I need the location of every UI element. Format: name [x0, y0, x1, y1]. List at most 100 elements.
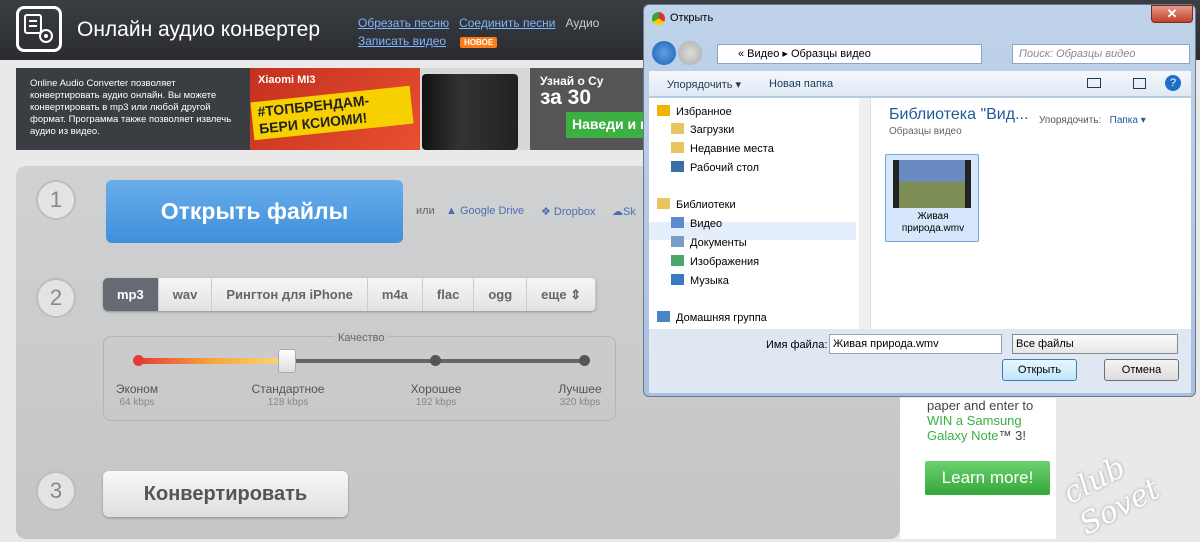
library-subtitle: Образцы видео [889, 126, 962, 137]
nav-item[interactable]: Избранное [657, 103, 732, 121]
nav-item-label: Видео [690, 218, 723, 230]
format-iphone-ringtone[interactable]: Рингтон для iPhone [212, 278, 368, 311]
recent-places-icon [671, 142, 684, 153]
music-icon [671, 274, 684, 285]
library-title: Библиотека "Вид... [889, 106, 1029, 123]
open-files-button[interactable]: Открыть файлы [106, 180, 403, 243]
quality-slider-thumb[interactable] [277, 349, 296, 373]
search-input[interactable]: Поиск: Образцы видео [1012, 44, 1190, 64]
info-text: Online Audio Converter позволяет конверт… [30, 78, 232, 137]
nav-item-label: Избранное [676, 106, 732, 118]
format-m4a[interactable]: m4a [367, 278, 423, 311]
quality-name-good: Хорошее [410, 382, 462, 396]
nav-item-label: Библиотеки [676, 199, 736, 211]
quality-name-standard: Стандартное [251, 382, 325, 396]
nav-item[interactable]: Изображения [671, 253, 759, 271]
quality-dot-best[interactable] [579, 355, 590, 366]
nav-item[interactable]: Музыка [671, 272, 729, 290]
format-ogg[interactable]: ogg [474, 278, 528, 311]
close-icon[interactable]: ✕ [1151, 5, 1193, 23]
nav-item-label: Домашняя группа [676, 312, 767, 324]
app-title: Онлайн аудио конвертер [77, 18, 321, 41]
dialog-bottom: Имя файла: Живая природа.wmv Все файлы О… [649, 329, 1191, 393]
preview-pane-icon[interactable] [1133, 78, 1146, 89]
ad-banner[interactable]: Xiaomi MI3 #ТОПБРЕНДАМ- БЕРИ КСИОМИ! Узна… [250, 68, 670, 150]
filename-label: Имя файла: [766, 339, 828, 351]
quality-dot-economy[interactable] [133, 355, 144, 366]
convert-button[interactable]: Конвертировать [103, 471, 348, 517]
banner-brand: Xiaomi MI3 [258, 74, 316, 86]
nav-item[interactable]: Рабочий стол [671, 159, 759, 177]
banner-left: Xiaomi MI3 #ТОПБРЕНДАМ- БЕРИ КСИОМИ! [250, 68, 420, 150]
arrange-by: Упорядочить: Папка ▾ [1039, 115, 1146, 126]
nav-item[interactable]: Домашняя группа [657, 309, 767, 327]
banner-slogan: #ТОПБРЕНДАМ- БЕРИ КСИОМИ! [250, 85, 414, 141]
open-file-dialog: Открыть ✕ « Видео ▸ Образцы видео Поиск:… [643, 4, 1196, 397]
step-1-number: 1 [36, 180, 76, 220]
arrange-by-folder[interactable]: Папка ▾ [1110, 115, 1146, 126]
nav-item-label: Музыка [690, 275, 729, 287]
chrome-icon [652, 12, 665, 25]
format-flac[interactable]: flac [422, 278, 475, 311]
nav-item[interactable]: Недавние места [671, 140, 774, 158]
banner-right-2: за 30 [540, 86, 592, 109]
skydrive-link[interactable]: ☁Sk [612, 205, 636, 218]
quality-kbps-best: 320 kbps [559, 397, 601, 408]
ad-text: paper and enter to WIN a Samsung Galaxy … [927, 398, 1033, 443]
ad-line-1: paper and enter to [927, 398, 1034, 413]
address-bar[interactable]: « Видео ▸ Образцы видео [717, 44, 982, 64]
quality-kbps-good: 192 kbps [415, 397, 457, 408]
nav-item[interactable]: Видео [671, 215, 722, 233]
new-folder-button[interactable]: Новая папка [769, 78, 833, 90]
skydrive-icon: ☁ [612, 206, 623, 218]
documents-icon [671, 236, 684, 247]
filetype-select[interactable]: Все файлы [1012, 334, 1178, 354]
help-icon[interactable]: ? [1165, 75, 1181, 91]
libraries-icon [657, 198, 670, 209]
google-drive-link[interactable]: ▲ Google Drive [446, 205, 524, 217]
skydrive-label: Sk [623, 206, 636, 218]
format-mp3[interactable]: mp3 [103, 278, 159, 311]
quality-box: Качество Эконом 64 kbps Стандартное 128 … [103, 332, 616, 421]
dropbox-link[interactable]: ❖ Dropbox [541, 205, 596, 218]
pictures-icon [671, 255, 684, 266]
open-button[interactable]: Открыть [1002, 359, 1077, 381]
format-wav[interactable]: wav [158, 278, 213, 311]
back-arrow-icon[interactable] [652, 41, 676, 65]
nav-item[interactable]: Загрузки [671, 121, 734, 139]
quality-dot-good[interactable] [430, 355, 441, 366]
nav-item-label: Недавние места [690, 143, 774, 155]
homegroup-icon [657, 311, 670, 322]
navigation-pane: Избранное Загрузки Недавние места Рабочий с… [649, 98, 871, 329]
cancel-button[interactable]: Отмена [1104, 359, 1179, 381]
ad-line-3: Galaxy Note™ 3! [927, 428, 1027, 443]
nav-item[interactable]: Библиотеки [657, 196, 736, 214]
converter-logo-icon[interactable] [16, 6, 62, 52]
nav-item[interactable]: Документы [671, 234, 747, 252]
arrange-by-label: Упорядочить: [1039, 115, 1102, 126]
quality-track-fill [138, 358, 287, 364]
dialog-title: Открыть [670, 12, 714, 24]
desktop-icon [671, 161, 684, 172]
view-menu-icon[interactable] [1087, 78, 1101, 88]
phones-image [422, 74, 518, 150]
quality-name-economy: Эконом [115, 382, 159, 396]
google-drive-icon: ▲ [446, 205, 460, 217]
learn-more-button[interactable]: Learn more! [925, 461, 1050, 495]
format-more[interactable]: еще ⇕ [527, 278, 597, 311]
arrange-menu[interactable]: Упорядочить ▾ [667, 78, 741, 91]
quality-kbps-standard: 128 kbps [267, 397, 309, 408]
google-drive-label: Google Drive [459, 205, 525, 217]
audio-link[interactable]: Аудио [565, 16, 599, 30]
quality-kbps-economy: 64 kbps [119, 397, 155, 408]
filename-field[interactable]: Живая природа.wmv [829, 334, 1002, 354]
step-3-number: 3 [36, 471, 76, 511]
dropbox-label: Dropbox [553, 206, 596, 218]
star-icon [657, 105, 670, 116]
nav-scrollbar[interactable] [859, 98, 870, 329]
record-video-link[interactable]: Записать видео [358, 34, 446, 48]
video-file[interactable]: Живая природа.wmv [885, 154, 979, 242]
join-songs-link[interactable]: Соединить песни [459, 16, 555, 30]
forward-arrow-icon[interactable] [678, 41, 702, 65]
cut-song-link[interactable]: Обрезать песню [358, 16, 449, 30]
